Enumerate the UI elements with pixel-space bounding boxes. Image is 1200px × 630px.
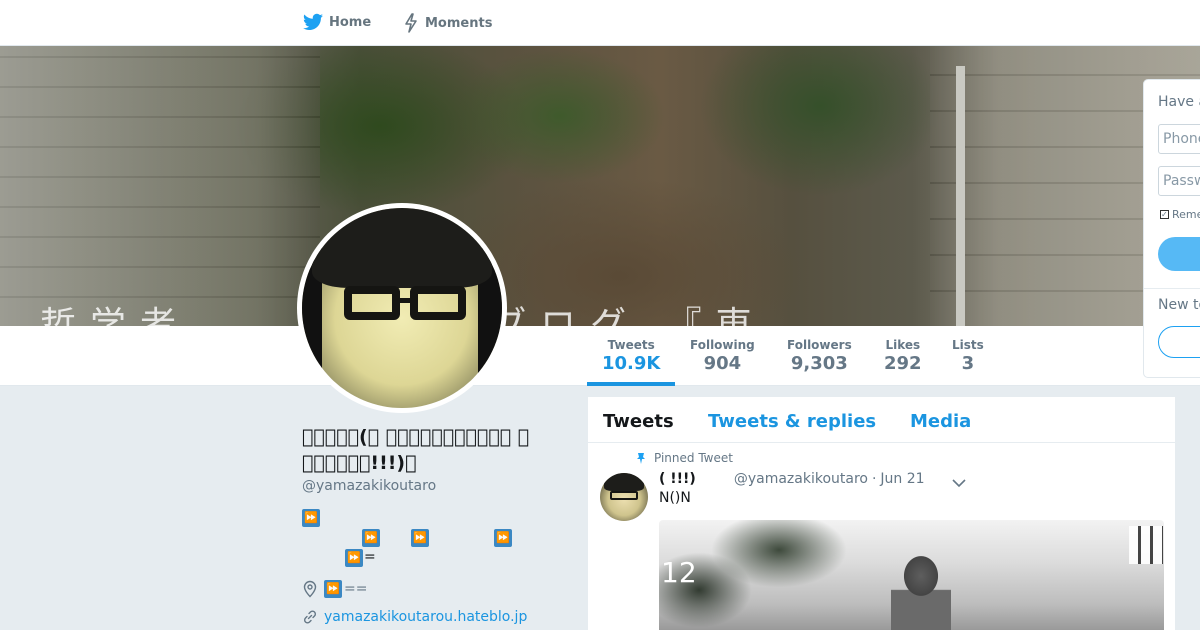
nav-moments-label: Moments <box>425 15 493 31</box>
profile-nav-bar: Tweets 10.9K Following 904 Followers 9,3… <box>0 326 1200 386</box>
link-icon <box>303 610 317 624</box>
stat-tweets[interactable]: Tweets 10.9K <box>602 338 660 374</box>
fast-forward-icon: ⏩ <box>324 580 342 598</box>
login-username-field[interactable]: Phone, email or username <box>1158 124 1200 154</box>
nav-home-label: Home <box>329 14 372 30</box>
login-button[interactable] <box>1158 237 1200 271</box>
tab-tweets[interactable]: Tweets <box>603 411 674 432</box>
signup-heading: New to Twitter? <box>1158 297 1200 313</box>
pin-icon <box>637 453 645 464</box>
tweet-date[interactable]: Jun 21 <box>880 471 924 487</box>
banner-wall-left <box>0 46 320 326</box>
pinned-label-text: Pinned Tweet <box>654 451 733 465</box>
profile-banner: 哲学者 太郎のブログ 『東 <box>0 46 1200 326</box>
fast-forward-icon: ⏩ <box>411 529 429 547</box>
tab-tweets-replies[interactable]: Tweets & replies <box>708 411 876 432</box>
tweet-author-name[interactable]: ( !!!) <box>659 471 696 487</box>
stat-followers-label: Followers <box>787 338 852 352</box>
fast-forward-icon: ⏩ <box>345 549 363 567</box>
stat-followers[interactable]: Followers 9,303 <box>787 338 852 374</box>
stat-lists-value: 3 <box>961 353 975 374</box>
stat-following-value: 904 <box>703 353 742 374</box>
stat-followers-value: 9,303 <box>790 353 848 374</box>
timeline-tabs: Tweets Tweets & replies Media <box>588 397 1175 443</box>
stat-lists-label: Lists <box>952 338 984 352</box>
fast-forward-icon: ⏩ <box>494 529 512 547</box>
fast-forward-icon: ⏩ <box>302 509 320 527</box>
profile-name: 􀀀􀀀􀀀􀀀􀀀(􀀀 􀀀􀀀􀀀􀀀􀀀􀀀􀀀􀀀􀀀􀀀􀀀 􀀀 􀀀􀀀􀀀􀀀􀀀􀀀!!!)􀀀 <box>302 426 530 474</box>
bio-text: = <box>364 549 376 565</box>
stat-lists[interactable]: Lists 3 <box>952 338 984 374</box>
tweet-media-image[interactable]: 12 <box>659 520 1164 630</box>
timeline: Tweets Tweets & replies Media Pinned Twe… <box>588 397 1175 630</box>
stat-likes-value: 292 <box>884 353 922 374</box>
chevron-down-icon <box>952 479 966 488</box>
remember-me[interactable]: ✓ Remember me <box>1160 208 1200 221</box>
active-stat-underline <box>587 382 675 386</box>
tweet-avatar[interactable] <box>600 473 648 521</box>
tweet-media-number: 12 <box>661 556 697 589</box>
tweet-author-handle[interactable]: @yamazakikoutaro <box>734 471 868 487</box>
signup-button[interactable] <box>1158 326 1200 358</box>
login-heading: Have an account? <box>1158 94 1200 110</box>
grid-icon <box>1129 526 1163 564</box>
profile-avatar[interactable] <box>297 203 507 413</box>
login-password-field[interactable]: Password <box>1158 166 1200 196</box>
top-navigation: Home Moments <box>0 0 1200 46</box>
tweet-dot: · <box>871 471 877 487</box>
fast-forward-icon: ⏩ <box>362 529 380 547</box>
profile-handle[interactable]: @yamazakikoutaro <box>302 478 436 494</box>
location-pin-icon <box>303 580 317 598</box>
stat-tweets-label: Tweets <box>607 338 655 352</box>
tweet-menu-button[interactable] <box>952 473 966 492</box>
pinned-label: Pinned Tweet <box>636 451 733 465</box>
stat-tweets-value: 10.9K <box>602 353 661 374</box>
avatar-photo <box>302 208 502 408</box>
remember-label: Remember me <box>1172 208 1200 221</box>
stat-following[interactable]: Following 904 <box>690 338 755 374</box>
tweet-header: ( !!!) @yamazakikoutaro · Jun 21 <box>659 471 925 487</box>
login-divider <box>1144 288 1200 289</box>
remember-checkbox[interactable]: ✓ <box>1160 210 1169 219</box>
tab-media[interactable]: Media <box>910 411 971 432</box>
login-card: Have an account? Phone, email or usernam… <box>1143 79 1200 378</box>
stat-following-label: Following <box>690 338 755 352</box>
profile-url[interactable]: yamazakikoutarou.hateblo.jp <box>302 609 527 625</box>
profile-location-text: == <box>344 581 368 597</box>
lightning-icon <box>405 13 417 33</box>
nav-moments[interactable]: Moments <box>403 13 492 33</box>
tweet-text: N()N <box>659 490 691 506</box>
stat-likes-label: Likes <box>885 338 921 352</box>
nav-home[interactable]: Home <box>303 13 371 31</box>
profile-url-text[interactable]: yamazakikoutarou.hateblo.jp <box>324 609 527 625</box>
profile-location: ⏩ == <box>302 580 367 598</box>
banner-pole <box>956 66 965 326</box>
stat-likes[interactable]: Likes 292 <box>884 338 922 374</box>
bird-icon <box>303 13 323 30</box>
